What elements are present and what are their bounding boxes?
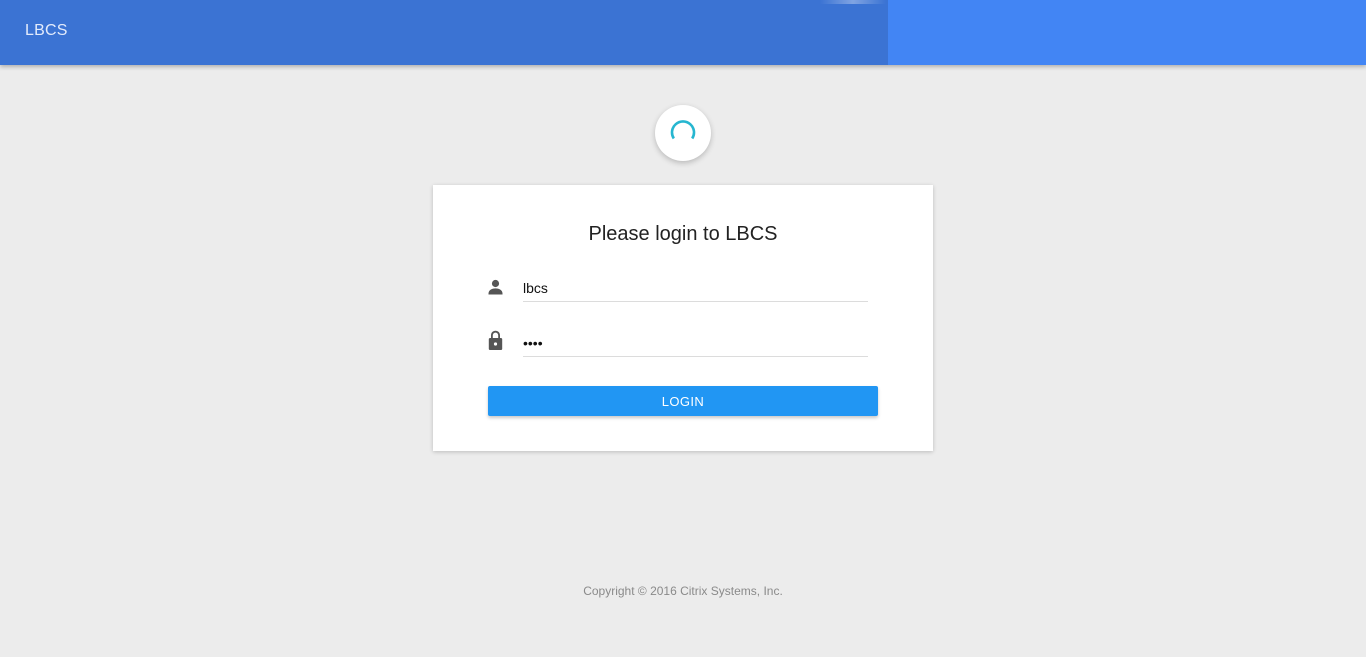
copyright-text: Copyright © 2016 Citrix Systems, Inc. xyxy=(583,584,783,598)
app-header-left-panel xyxy=(0,0,888,65)
login-title: Please login to LBCS xyxy=(588,223,778,245)
app-header: LBCS xyxy=(0,0,1366,65)
loading-spinner-icon xyxy=(670,120,696,140)
login-button[interactable]: LOGIN xyxy=(488,386,878,416)
username-field-row xyxy=(488,275,868,307)
password-field-row xyxy=(488,330,868,362)
app-title: LBCS xyxy=(25,22,68,39)
loading-indicator xyxy=(655,105,711,161)
password-input[interactable] xyxy=(523,330,868,357)
lock-icon xyxy=(488,330,512,354)
header-highlight xyxy=(820,0,886,4)
person-icon xyxy=(488,275,512,299)
username-input[interactable] xyxy=(523,275,868,302)
login-card: Please login to LBCS LOGIN xyxy=(433,185,933,451)
